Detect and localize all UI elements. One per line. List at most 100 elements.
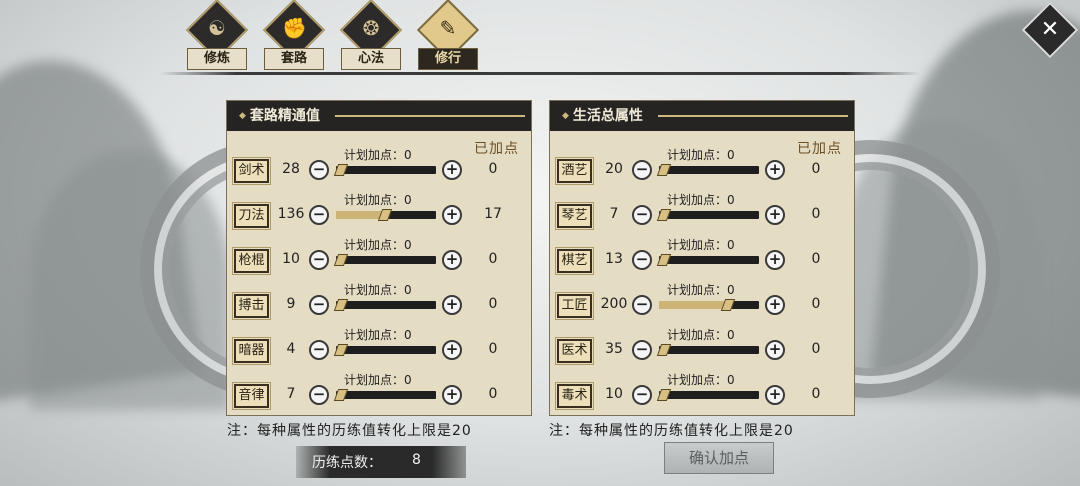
added-points-value: 0 — [488, 386, 498, 402]
tab-3[interactable]: ✎ 修行 — [416, 0, 480, 70]
slider-thumb[interactable] — [333, 344, 349, 356]
attribute-row: 刀法 136− 计划加点：0 +17 — [227, 191, 531, 236]
swirl-icon: ❂ — [362, 16, 380, 40]
planned-points-value: 0 — [404, 283, 412, 297]
tab-label: 修行 — [418, 48, 478, 70]
added-points-value: 17 — [484, 206, 502, 222]
decrease-button[interactable]: − — [309, 160, 329, 180]
conversion-limit-note: 注：每种属性的历练值转化上限是20 — [227, 423, 472, 439]
increase-button[interactable]: + — [765, 385, 785, 405]
points-slider[interactable] — [659, 299, 759, 311]
tab-2[interactable]: ❂ 心法 — [339, 0, 403, 70]
points-slider[interactable] — [333, 164, 436, 176]
decrease-button[interactable]: − — [632, 205, 652, 225]
increase-button[interactable]: + — [765, 340, 785, 360]
minus-icon: − — [312, 205, 326, 223]
decrease-button[interactable]: − — [309, 205, 329, 225]
increase-button[interactable]: + — [442, 340, 462, 360]
added-points-value: 0 — [811, 161, 821, 177]
attribute-row: 毒术 10− 计划加点：0 +0 — [550, 371, 854, 416]
points-slider[interactable] — [333, 344, 436, 356]
decrease-button[interactable]: − — [632, 340, 652, 360]
planned-points-value: 0 — [727, 373, 735, 387]
attribute-name-tag: 医术 — [555, 337, 594, 365]
increase-button[interactable]: + — [442, 160, 462, 180]
attribute-name-tag: 音律 — [232, 382, 271, 410]
attribute-name-tag: 酒艺 — [555, 157, 594, 185]
points-slider[interactable] — [656, 344, 759, 356]
attribute-value: 9 — [286, 296, 296, 312]
attribute-value: 200 — [600, 296, 628, 312]
plus-icon: + — [445, 160, 459, 178]
planned-points-label: 计划加点：0 — [667, 281, 735, 298]
increase-button[interactable]: + — [765, 295, 785, 315]
planned-points-label: 计划加点：0 — [344, 371, 412, 388]
plan-prefix: 计划加点： — [344, 283, 405, 297]
points-slider[interactable] — [333, 389, 436, 401]
plan-prefix: 计划加点： — [667, 328, 728, 342]
decrease-button[interactable]: − — [309, 340, 329, 360]
increase-button[interactable]: + — [765, 250, 785, 270]
planned-points-label: 计划加点：0 — [344, 236, 412, 253]
decrease-button[interactable]: − — [309, 385, 329, 405]
tab-0[interactable]: ☯ 修炼 — [185, 0, 249, 70]
tab-label: 套路 — [264, 48, 324, 70]
increase-button[interactable]: + — [442, 250, 462, 270]
points-slider[interactable] — [656, 209, 759, 221]
decrease-button[interactable]: − — [632, 250, 652, 270]
attribute-name-tag: 剑术 — [232, 157, 271, 185]
minus-icon: − — [312, 295, 326, 313]
decrease-button[interactable]: − — [632, 295, 652, 315]
decrease-button[interactable]: − — [632, 160, 652, 180]
points-slider[interactable] — [656, 164, 759, 176]
decrease-button[interactable]: − — [309, 295, 329, 315]
plus-icon: + — [768, 295, 782, 313]
increase-button[interactable]: + — [442, 295, 462, 315]
confirm-allocation-button[interactable]: 确认加点 — [664, 442, 774, 474]
minus-icon: − — [635, 205, 649, 223]
attribute-row: 暗器 4− 计划加点：0 +0 — [227, 326, 531, 371]
planned-points-label: 计划加点：0 — [344, 191, 412, 208]
minus-icon: − — [312, 385, 326, 403]
slider-thumb[interactable] — [333, 254, 349, 266]
tab-label: 心法 — [341, 48, 401, 70]
increase-button[interactable]: + — [442, 205, 462, 225]
minus-icon: − — [635, 160, 649, 178]
points-slider[interactable] — [656, 254, 759, 266]
planned-points-label: 计划加点：0 — [667, 326, 735, 343]
planned-points-value: 0 — [404, 328, 412, 342]
planned-points-value: 0 — [404, 373, 412, 387]
added-points-value: 0 — [811, 386, 821, 402]
attribute-value: 10 — [282, 251, 300, 267]
points-slider[interactable] — [656, 389, 759, 401]
points-slider[interactable] — [333, 299, 436, 311]
slider-thumb[interactable] — [333, 389, 349, 401]
points-slider[interactable] — [336, 209, 436, 221]
increase-button[interactable]: + — [765, 205, 785, 225]
slider-thumb[interactable] — [333, 164, 349, 176]
decrease-button[interactable]: − — [309, 250, 329, 270]
attribute-value: 28 — [282, 161, 300, 177]
decrease-button[interactable]: − — [632, 385, 652, 405]
plan-prefix: 计划加点： — [667, 283, 728, 297]
increase-button[interactable]: + — [442, 385, 462, 405]
attribute-value: 35 — [605, 341, 623, 357]
plus-icon: + — [445, 340, 459, 358]
slider-thumb[interactable] — [656, 254, 672, 266]
slider-thumb[interactable] — [656, 344, 672, 356]
slider-thumb[interactable] — [656, 164, 672, 176]
slider-thumb[interactable] — [656, 209, 672, 221]
planned-points-label: 计划加点：0 — [667, 146, 735, 163]
increase-button[interactable]: + — [765, 160, 785, 180]
planned-points-label: 计划加点：0 — [344, 281, 412, 298]
tab-1[interactable]: ✊ 套路 — [262, 0, 326, 70]
slider-thumb[interactable] — [333, 299, 349, 311]
added-points-value: 0 — [488, 341, 498, 357]
life-attributes-panel: 生活总属性 已加点 酒艺20−计划加点：0+0琴艺7−计划加点：0+0棋艺13−… — [549, 100, 855, 416]
points-slider[interactable] — [333, 254, 436, 266]
attribute-value: 13 — [605, 251, 623, 267]
slider-thumb[interactable] — [656, 389, 672, 401]
attribute-row: 琴艺 7− 计划加点：0 +0 — [550, 191, 854, 236]
attribute-row: 医术 35− 计划加点：0 +0 — [550, 326, 854, 371]
planned-points-label: 计划加点：0 — [667, 236, 735, 253]
